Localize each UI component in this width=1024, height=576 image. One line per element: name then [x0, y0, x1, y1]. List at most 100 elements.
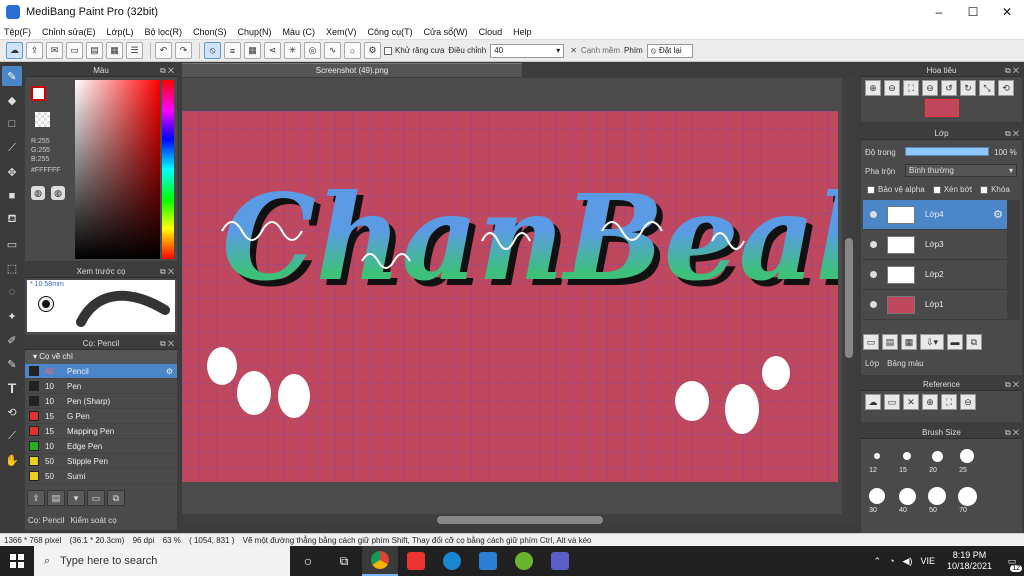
brush-size-option[interactable]: 25	[952, 445, 982, 479]
lasso-tool-icon[interactable]: ◌	[2, 282, 22, 302]
horizontal-scroll-thumb[interactable]	[437, 516, 603, 524]
brush-item[interactable]: 15 G Pen	[25, 409, 177, 424]
palette-icon[interactable]: ◍	[31, 186, 45, 200]
navigator-thumbnail[interactable]	[924, 99, 959, 117]
panel-controls-icon[interactable]: ⧉ ✕	[1005, 64, 1019, 77]
menu-color[interactable]: Màu (C)	[283, 27, 316, 37]
gear-icon[interactable]: ⚙	[166, 367, 173, 376]
brush-size-option[interactable]: 30	[862, 485, 892, 519]
volume-icon[interactable]: ◀)	[903, 556, 913, 567]
antialias-checkbox[interactable]	[384, 46, 392, 55]
transparent-swatch[interactable]	[35, 112, 50, 127]
duplicate-icon[interactable]: ⧉	[107, 490, 125, 506]
chevron-up-icon[interactable]: ⌃	[874, 556, 882, 567]
snap-parallel-icon[interactable]: ≡	[224, 42, 241, 59]
gear-icon[interactable]: ⚙	[993, 208, 1003, 221]
brush-item[interactable]: 50 Stipple Pen	[25, 454, 177, 469]
comment-icon[interactable]: ▭	[66, 42, 83, 59]
close-icon[interactable]: ✕	[903, 394, 919, 410]
cortana-icon[interactable]: ○	[290, 546, 326, 576]
maximize-button[interactable]: ☐	[956, 0, 990, 24]
layer-scrollbar[interactable]	[1007, 200, 1020, 320]
tab-palette[interactable]: Bảng màu	[883, 357, 927, 370]
canvas-area[interactable]: ChanBeak ChanBeak	[182, 78, 842, 526]
rotate-left-icon[interactable]: ↺	[941, 80, 957, 96]
tab-brush-control[interactable]: Kiểm soát cọ	[67, 514, 119, 527]
redo-icon[interactable]: ↷	[175, 42, 192, 59]
visibility-eye-icon[interactable]	[870, 271, 877, 278]
snap-settings-icon[interactable]: ⚙	[364, 42, 381, 59]
brush-size-option[interactable]: 15	[892, 445, 922, 479]
brush-copy-icon[interactable]: ▤	[47, 490, 65, 506]
menu-layer[interactable]: Lớp(L)	[107, 27, 134, 37]
minimize-button[interactable]: –	[922, 0, 956, 24]
flip-icon[interactable]: ⤡	[979, 80, 995, 96]
visibility-eye-icon[interactable]	[870, 241, 877, 248]
medibang-icon[interactable]	[506, 546, 542, 576]
brush-item[interactable]: 50 Sumi	[25, 469, 177, 484]
close-button[interactable]: ✕	[990, 0, 1024, 24]
fill-rect-tool-icon[interactable]: ■	[2, 186, 22, 206]
notification-icon[interactable]: ▭ 12	[1000, 546, 1024, 576]
gift-icon[interactable]	[398, 546, 434, 576]
panel-controls-icon[interactable]: ⧉ ✕	[1005, 426, 1019, 439]
new-layer-copy-icon[interactable]: ▤	[882, 334, 898, 350]
wifi-icon[interactable]: ◔	[889, 556, 894, 566]
new-layer-icon[interactable]: ▭	[863, 334, 879, 350]
document-tab[interactable]: Screenshot (49).png	[182, 63, 522, 77]
reset-view-icon[interactable]: ⟲	[998, 80, 1014, 96]
palette-add-icon[interactable]: ◍	[51, 186, 65, 200]
snap-ring-icon[interactable]: ○	[344, 42, 361, 59]
menu-help[interactable]: Help	[513, 27, 532, 37]
select-tool-icon[interactable]: ⬚	[2, 258, 22, 278]
menu-tools[interactable]: Công cụ(T)	[368, 27, 413, 37]
open-folder-icon[interactable]: ▭	[884, 394, 900, 410]
add-brush-icon[interactable]: ⇪	[27, 490, 45, 506]
eraser-tool-icon[interactable]: ◆	[2, 90, 22, 110]
hue-slider[interactable]	[162, 80, 174, 259]
brush-item[interactable]: 10 Pen	[25, 379, 177, 394]
divide-tool-icon[interactable]: ⟲	[2, 402, 22, 422]
menu-cloud[interactable]: Cloud	[479, 27, 503, 37]
drawing-canvas[interactable]: ChanBeak ChanBeak	[182, 111, 838, 482]
select-eraser-icon[interactable]: ✎	[2, 354, 22, 374]
taskbar-search[interactable]: ⌕ Type here to search	[34, 546, 290, 576]
mail-icon[interactable]	[470, 546, 506, 576]
menu-filter[interactable]: Bộ lọc(R)	[144, 27, 182, 37]
layer-item[interactable]: Lớp3	[863, 230, 1007, 260]
horizontal-scrollbar[interactable]	[182, 514, 842, 526]
layer-folder-icon[interactable]: ▬	[947, 334, 963, 350]
snap-circle-icon[interactable]: ◎	[304, 42, 321, 59]
main-color-swatch[interactable]	[31, 86, 46, 101]
edge-icon[interactable]	[434, 546, 470, 576]
brush-size-option[interactable]: 70	[952, 485, 982, 519]
text-tool-icon[interactable]: T	[2, 378, 22, 398]
snap-off-icon[interactable]: ⦸	[204, 42, 221, 59]
bucket-tool-icon[interactable]: ⛾	[2, 210, 22, 230]
panel-controls-icon[interactable]: ⧉ ✕	[160, 64, 174, 77]
brush-size-option[interactable]: 20	[922, 445, 952, 479]
select-pen-icon[interactable]: ✐	[2, 330, 22, 350]
panel-controls-icon[interactable]: ⧉ ✕	[160, 337, 174, 350]
cloud-icon[interactable]: ☁	[6, 42, 23, 59]
layer-item[interactable]: Lớp1	[863, 290, 1007, 320]
vertical-scroll-thumb[interactable]	[845, 238, 853, 358]
menu-edit[interactable]: Chỉnh sửa(E)	[42, 27, 96, 37]
snap-vanish-icon[interactable]: ⋖	[264, 42, 281, 59]
teams-icon[interactable]	[542, 546, 578, 576]
visibility-eye-icon[interactable]	[870, 301, 877, 308]
new-halftone-layer-icon[interactable]: ▦	[901, 334, 917, 350]
eyedropper-icon[interactable]: ⟋	[2, 426, 22, 446]
snap-radial-icon[interactable]: ✳	[284, 42, 301, 59]
brush-size-option[interactable]: 40	[892, 485, 922, 519]
brush-item[interactable]: 15 Mapping Pen	[25, 424, 177, 439]
folder-icon[interactable]: ▭	[87, 490, 105, 506]
gradient-tool-icon[interactable]: ▭	[2, 234, 22, 254]
magic-wand-icon[interactable]: ✦	[2, 306, 22, 326]
brush-menu-icon[interactable]: ▾	[67, 490, 85, 506]
menu-snap[interactable]: Chụp(N)	[238, 27, 272, 37]
vertical-scrollbar[interactable]	[842, 78, 856, 526]
layer-menu-icon[interactable]: ⇩▾	[920, 334, 944, 350]
brush-size-option[interactable]: 50	[922, 485, 952, 519]
menu-select[interactable]: Chọn(S)	[193, 27, 227, 37]
